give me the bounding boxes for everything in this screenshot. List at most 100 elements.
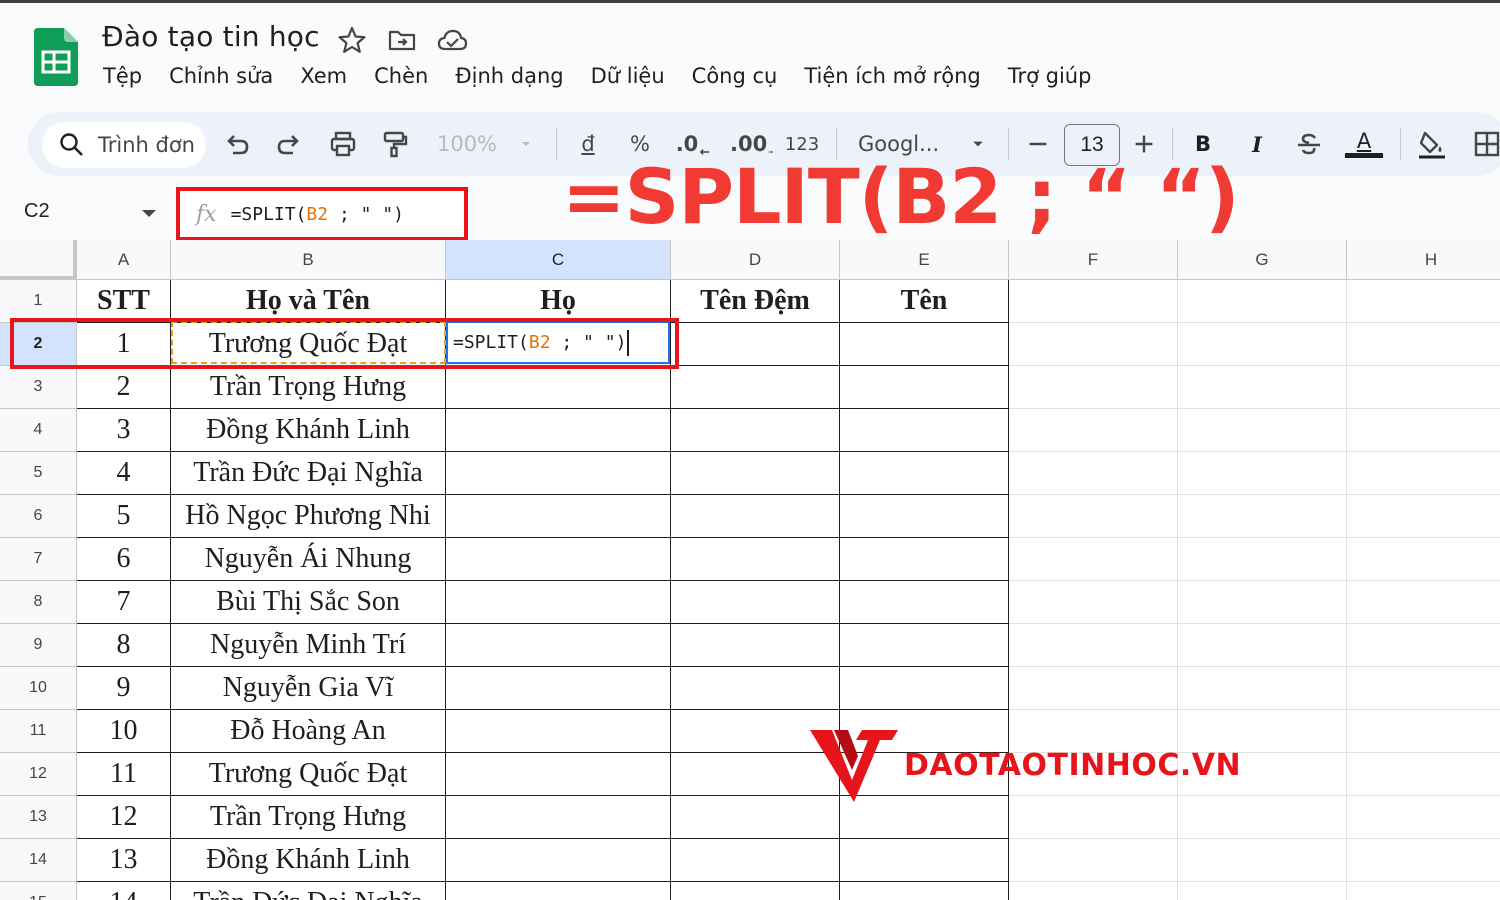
cell-a13[interactable]: 12 [77, 796, 171, 839]
cell-c4[interactable] [446, 409, 671, 452]
cell-a4[interactable]: 3 [77, 409, 171, 452]
cell-g6[interactable] [1178, 495, 1347, 538]
name-box[interactable]: C2 [24, 200, 50, 223]
row-header-4[interactable]: 4 [0, 409, 77, 452]
menu-data[interactable]: Dữ liệu [591, 64, 665, 88]
cell-c7[interactable] [446, 538, 671, 581]
cell-h13[interactable] [1347, 796, 1500, 839]
cell-g2[interactable] [1178, 323, 1347, 366]
cell-a14[interactable]: 13 [77, 839, 171, 882]
cell-d1[interactable]: Tên Đệm [671, 280, 840, 323]
cell-c14[interactable] [446, 839, 671, 882]
column-header-h[interactable]: H [1347, 240, 1500, 280]
cell-a11[interactable]: 10 [77, 710, 171, 753]
column-header-b[interactable]: B [171, 240, 446, 280]
cell-g8[interactable] [1178, 581, 1347, 624]
row-header-2[interactable]: 2 [0, 323, 77, 366]
menu-edit[interactable]: Chỉnh sửa [169, 64, 273, 88]
cell-h3[interactable] [1347, 366, 1500, 409]
zoom-caret[interactable] [516, 124, 536, 164]
text-color-button[interactable]: A [1344, 124, 1384, 164]
paint-format-button[interactable] [377, 124, 411, 164]
menu-insert[interactable]: Chèn [374, 64, 428, 88]
row-header-6[interactable]: 6 [0, 495, 77, 538]
cell-a9[interactable]: 8 [77, 624, 171, 667]
cell-b11[interactable]: Đỗ Hoàng An [171, 710, 446, 753]
cell-b4[interactable]: Đồng Khánh Linh [171, 409, 446, 452]
cell-e5[interactable] [840, 452, 1009, 495]
menu-tools[interactable]: Công cụ [692, 64, 778, 88]
cell-f9[interactable] [1009, 624, 1178, 667]
row-header-9[interactable]: 9 [0, 624, 77, 667]
cell-f4[interactable] [1009, 409, 1178, 452]
cell-h12[interactable] [1347, 753, 1500, 796]
cell-d6[interactable] [671, 495, 840, 538]
row-header-15[interactable]: 15 [0, 882, 77, 900]
cell-a2[interactable]: 1 [77, 323, 171, 366]
cell-a6[interactable]: 5 [77, 495, 171, 538]
cell-e4[interactable] [840, 409, 1009, 452]
cell-h2[interactable] [1347, 323, 1500, 366]
cell-g7[interactable] [1178, 538, 1347, 581]
cell-d2[interactable] [671, 323, 840, 366]
cell-d3[interactable] [671, 366, 840, 409]
menu-extensions[interactable]: Tiện ích mở rộng [804, 64, 980, 88]
cell-b10[interactable]: Nguyễn Gia Vĩ [171, 667, 446, 710]
cell-c12[interactable] [446, 753, 671, 796]
cell-d9[interactable] [671, 624, 840, 667]
cell-h8[interactable] [1347, 581, 1500, 624]
cell-f14[interactable] [1009, 839, 1178, 882]
cell-b13[interactable]: Trần Trọng Hưng [171, 796, 446, 839]
cell-g14[interactable] [1178, 839, 1347, 882]
column-header-a[interactable]: A [77, 240, 171, 280]
cell-h5[interactable] [1347, 452, 1500, 495]
cell-g5[interactable] [1178, 452, 1347, 495]
row-header-8[interactable]: 8 [0, 581, 77, 624]
menu-view[interactable]: Xem [300, 64, 347, 88]
strikethrough-button[interactable] [1293, 124, 1325, 164]
row-header-13[interactable]: 13 [0, 796, 77, 839]
cell-b5[interactable]: Trần Đức Đại Nghĩa [171, 452, 446, 495]
cell-c13[interactable] [446, 796, 671, 839]
cell-f5[interactable] [1009, 452, 1178, 495]
row-header-1[interactable]: 1 [0, 280, 77, 323]
cell-b3[interactable]: Trần Trọng Hưng [171, 366, 446, 409]
cell-h1[interactable] [1347, 280, 1500, 323]
column-header-d[interactable]: D [671, 240, 840, 280]
cell-c15[interactable] [446, 882, 671, 900]
cell-a8[interactable]: 7 [77, 581, 171, 624]
cell-e7[interactable] [840, 538, 1009, 581]
cell-d4[interactable] [671, 409, 840, 452]
cell-e3[interactable] [840, 366, 1009, 409]
fill-color-button[interactable] [1414, 124, 1450, 164]
cell-e8[interactable] [840, 581, 1009, 624]
cell-g15[interactable] [1178, 882, 1347, 900]
cell-e1[interactable]: Tên [840, 280, 1009, 323]
menu-help[interactable]: Trợ giúp [1008, 64, 1092, 88]
formula-bar[interactable]: fx =SPLIT(B2 ; " ") [176, 187, 468, 241]
cell-c8[interactable] [446, 581, 671, 624]
italic-button[interactable]: I [1242, 124, 1272, 164]
redo-button[interactable] [272, 124, 306, 164]
cell-e15[interactable] [840, 882, 1009, 900]
column-header-c[interactable]: C [446, 240, 671, 280]
cell-c11[interactable] [446, 710, 671, 753]
column-header-f[interactable]: F [1009, 240, 1178, 280]
cell-e14[interactable] [840, 839, 1009, 882]
cell-a15[interactable]: 14 [77, 882, 171, 900]
cell-h6[interactable] [1347, 495, 1500, 538]
cell-e10[interactable] [840, 667, 1009, 710]
cell-b8[interactable]: Bùi Thị Sắc Son [171, 581, 446, 624]
select-all-corner[interactable] [0, 240, 77, 280]
cloud-saved-icon[interactable] [436, 24, 468, 56]
cell-f2[interactable] [1009, 323, 1178, 366]
cell-h10[interactable] [1347, 667, 1500, 710]
cell-f3[interactable] [1009, 366, 1178, 409]
menu-format[interactable]: Định dạng [455, 64, 563, 88]
active-cell-editor[interactable]: =SPLIT(B2 ; " ") [446, 321, 670, 364]
cell-h4[interactable] [1347, 409, 1500, 452]
cell-a5[interactable]: 4 [77, 452, 171, 495]
print-button[interactable] [325, 124, 361, 164]
cell-f15[interactable] [1009, 882, 1178, 900]
cell-c5[interactable] [446, 452, 671, 495]
